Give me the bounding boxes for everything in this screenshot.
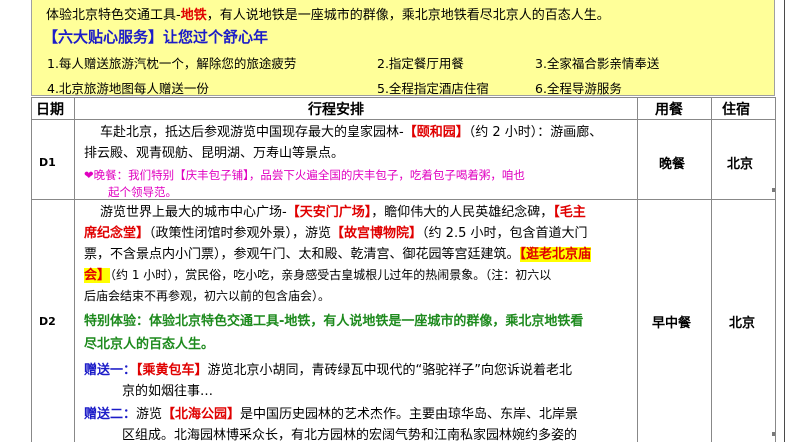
- sight-temple-fair: 【逛老北京庙: [519, 247, 592, 262]
- gift-rickshaw: 【乘黄包车】: [136, 363, 208, 378]
- service-item: 2.指定餐厅用餐: [377, 56, 464, 71]
- column-divider: [74, 98, 75, 442]
- intro-text: 体验北京特色交通工具-地铁，有人说地铁是一座城市的群像，乘北京地铁看尽北京人的百…: [46, 8, 610, 23]
- column-divider: [637, 98, 638, 442]
- column-divider: [711, 98, 712, 442]
- intro-box: 体验北京特色交通工具-地铁，有人说地铁是一座城市的群像，乘北京地铁看尽北京人的百…: [31, 0, 775, 96]
- sight-forbidden-city: 【故宫博物院】: [331, 226, 423, 241]
- meal-cell: 早中餐: [652, 316, 692, 331]
- special-experience: 特别体验：体验北京特色交通工具-地铁，有人说地铁是一座城市的群像，乘北京地铁看: [84, 314, 584, 329]
- itinerary-table: 日期 行程安排 用餐 住宿 D1 晚餐 北京 车赴北京，抵达后参观游览中国现存最…: [31, 97, 776, 442]
- sight-summer-palace: 【颐和园】: [403, 125, 469, 140]
- day-label: D1: [39, 156, 56, 169]
- service-item: 5.全程指定酒店住宿: [377, 81, 489, 96]
- itinerary-page: 体验北京特色交通工具-地铁，有人说地铁是一座城市的群像，乘北京地铁看尽北京人的百…: [0, 0, 795, 442]
- services-title: 【六大贴心服务】让您过个舒心年: [43, 28, 269, 46]
- service-item: 3.全家福合影亲情奉送: [535, 56, 660, 71]
- header-meal: 用餐: [655, 102, 683, 118]
- day-label: D2: [39, 315, 56, 328]
- hotel-cell: 北京: [727, 157, 754, 172]
- intro-highlight: 地铁: [180, 8, 207, 23]
- hotel-cell: 北京: [729, 316, 756, 331]
- service-item: 1.每人赠送旅游汽枕一个，解除您的旅途疲劳: [47, 56, 297, 71]
- header-itinerary: 行程安排: [308, 102, 364, 118]
- header-date: 日期: [36, 102, 64, 118]
- sight-tiananmen: 【天安门广场】: [286, 205, 372, 220]
- dinner-tip: ❤晚餐：我们特别【庆丰包子铺】，品尝下火遍全国的庆丰包子，吃着包子喝着粥，咱也: [84, 168, 525, 182]
- itinerary-cell-d1: 车赴北京，抵达后参观游览中国现存最大的皇家园林-【颐和园】（约 2 小时）：游画…: [84, 122, 634, 201]
- header-hotel: 住宿: [722, 102, 750, 118]
- sight-mausoleum: 【毛主: [553, 205, 586, 220]
- itinerary-cell-d2: 游览世界上最大的城市中心广场-【天安门广场】，瞻仰伟大的人民英雄纪念碑，【毛主 …: [84, 202, 636, 442]
- row-divider: [32, 119, 775, 120]
- service-item: 4.北京旅游地图每人赠送一份: [47, 81, 209, 96]
- gift-label: 赠送二：: [84, 407, 137, 422]
- gift-label: 赠送一：: [84, 363, 137, 378]
- page-border-right: [784, 0, 785, 442]
- service-item: 6.全程导游服务: [535, 81, 622, 96]
- gift-beihai-park: 【北海公园】: [162, 407, 241, 422]
- meal-cell: 晚餐: [659, 157, 686, 172]
